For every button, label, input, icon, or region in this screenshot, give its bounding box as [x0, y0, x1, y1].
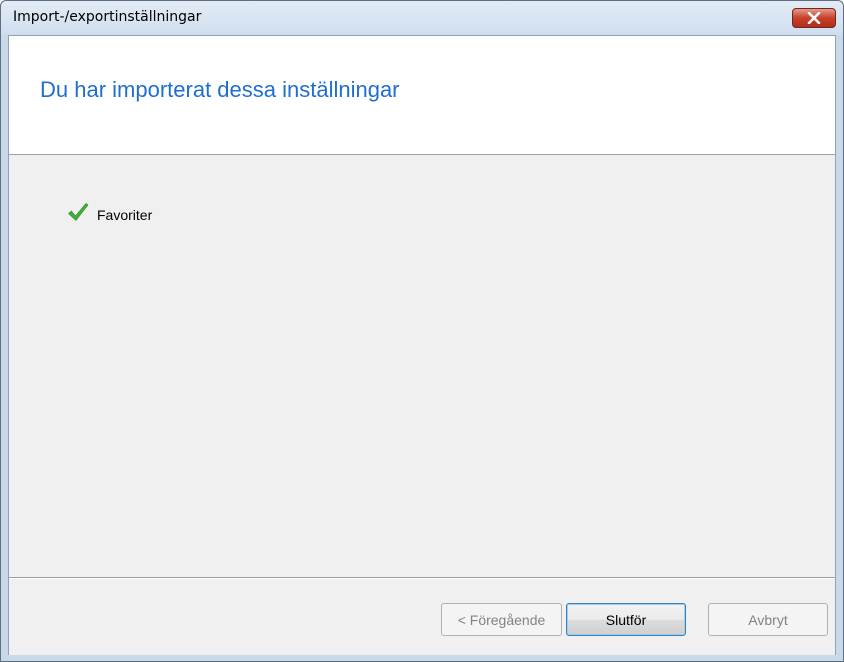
- dialog-window: Import-/exportinställningar Du har impor…: [0, 0, 844, 662]
- checkmark-icon: [67, 202, 89, 227]
- dialog-client-area: Du har importerat dessa inställningar Fa…: [8, 35, 836, 655]
- close-icon: [807, 12, 821, 24]
- window-title: Import-/exportinställningar: [13, 9, 202, 25]
- finish-button[interactable]: Slutför: [566, 603, 686, 636]
- content-panel: Favoriter: [9, 155, 835, 578]
- cancel-button[interactable]: Avbryt: [708, 603, 828, 636]
- list-item-favoriter: Favoriter: [67, 202, 152, 227]
- header-panel: Du har importerat dessa inställningar: [9, 36, 835, 155]
- previous-button[interactable]: < Föregående: [441, 603, 562, 636]
- button-bar: < Föregående Slutför Avbryt: [9, 578, 835, 655]
- list-item-label: Favoriter: [97, 206, 153, 223]
- close-button[interactable]: [792, 8, 836, 28]
- title-bar[interactable]: Import-/exportinställningar: [1, 1, 843, 35]
- page-heading: Du har importerat dessa inställningar: [40, 77, 400, 102]
